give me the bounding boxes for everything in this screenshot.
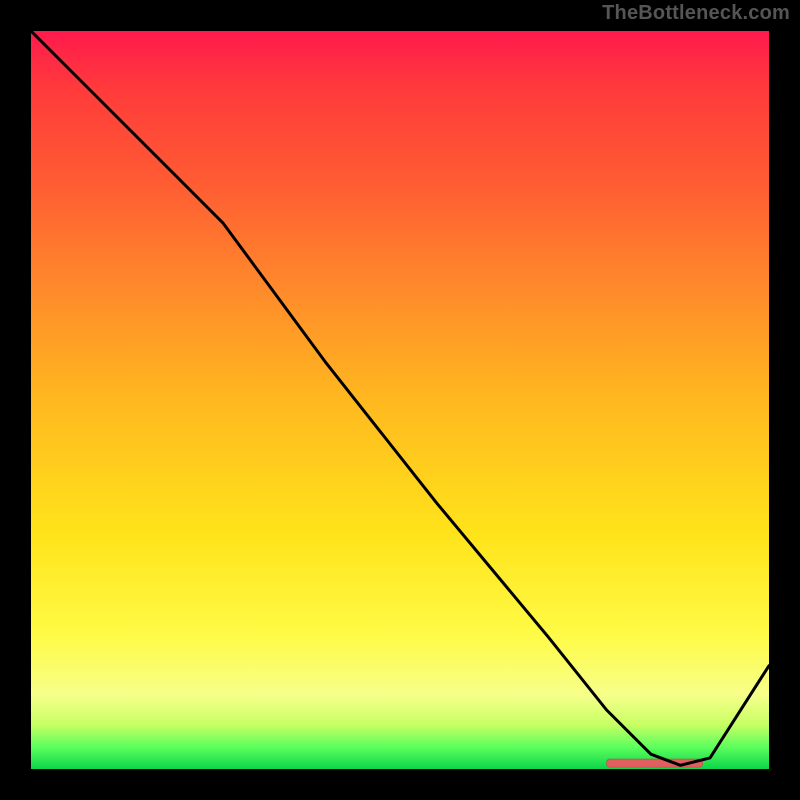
chart-frame: TheBottleneck.com <box>0 0 800 800</box>
attribution-label: TheBottleneck.com <box>602 2 790 25</box>
gradient-plot-area <box>31 31 769 769</box>
